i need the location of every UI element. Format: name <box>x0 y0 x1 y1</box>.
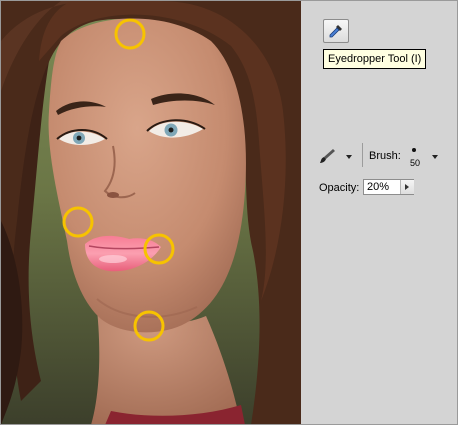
toolbar-divider <box>362 143 363 167</box>
brush-label: Brush: <box>369 150 401 162</box>
eyedropper-icon <box>329 25 342 38</box>
portrait-photo <box>1 1 301 424</box>
brush-size-value: 50 <box>410 158 421 168</box>
opacity-input[interactable] <box>364 180 401 194</box>
tool-panel: Eyedropper Tool (I) Brush: 50 Opacity: <box>301 1 457 424</box>
increment-arrow-icon <box>405 184 409 190</box>
opacity-field <box>363 179 414 195</box>
opacity-label: Opacity: <box>319 182 360 194</box>
brush-preset-dot-icon[interactable] <box>412 148 416 152</box>
photo-canvas[interactable] <box>1 1 301 424</box>
dropdown-arrow-icon[interactable] <box>346 155 352 159</box>
opacity-stepper-button[interactable] <box>400 180 414 194</box>
eyedropper-tool-button[interactable] <box>323 19 349 43</box>
tool-tooltip: Eyedropper Tool (I) <box>323 49 427 69</box>
brush-icon <box>320 149 335 163</box>
app-window: Eyedropper Tool (I) Brush: 50 Opacity: <box>0 0 458 425</box>
brush-dropdown-arrow-icon[interactable] <box>432 155 438 159</box>
